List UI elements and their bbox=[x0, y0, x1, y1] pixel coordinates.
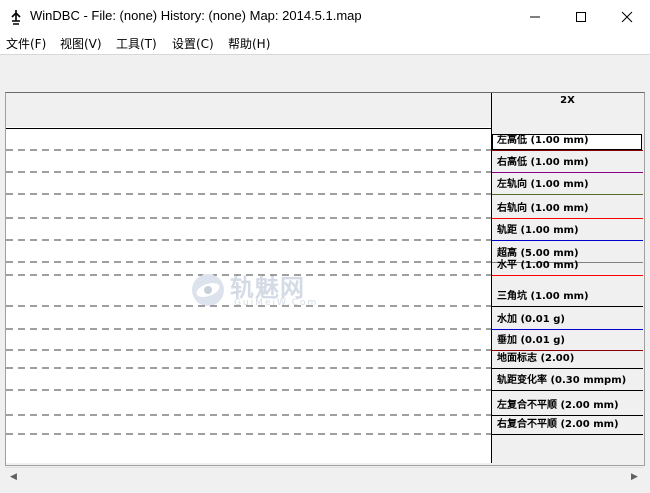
channel-color-line bbox=[492, 368, 643, 369]
menu-help[interactable]: 帮助(H) bbox=[228, 35, 270, 52]
channel-label[interactable]: 轨距 (1.00 mm) bbox=[497, 224, 579, 238]
maximize-button[interactable] bbox=[558, 0, 604, 34]
channel-color-line bbox=[492, 275, 643, 276]
channel-color-line bbox=[492, 218, 643, 219]
channel-label[interactable]: 地面标志 (2.00) bbox=[497, 352, 574, 366]
channel-label[interactable]: 轨距变化率 (0.30 mmpm) bbox=[497, 374, 626, 388]
channel-label[interactable]: 左高低 (1.00 mm) bbox=[497, 134, 589, 148]
channel-color-line bbox=[492, 434, 643, 435]
close-button[interactable] bbox=[604, 0, 650, 34]
channel-label[interactable]: 右复合不平顺 (2.00 mm) bbox=[497, 418, 619, 432]
menu-file[interactable]: 文件(F) bbox=[6, 35, 46, 52]
watermark: 轨魅网 GuiMeiW.Com bbox=[190, 268, 320, 314]
close-icon bbox=[621, 11, 633, 23]
channel-color-line bbox=[492, 415, 643, 416]
channel-color-line bbox=[492, 350, 643, 351]
app-icon bbox=[11, 10, 21, 25]
watermark-logo bbox=[192, 274, 224, 306]
channel-color-line bbox=[492, 194, 643, 195]
toolbar-area bbox=[0, 55, 650, 91]
channel-color-line bbox=[492, 390, 643, 391]
menu-bar: 文件(F) 视图(V) 工具(T) 设置(C) 帮助(H) bbox=[0, 34, 650, 55]
channel-label[interactable]: 水加 (0.01 g) bbox=[497, 313, 565, 327]
channel-label[interactable]: 水平 (1.00 mm) bbox=[497, 259, 579, 273]
chevron-right-icon: ▶ bbox=[631, 471, 638, 482]
channel-label[interactable]: 右轨向 (1.00 mm) bbox=[497, 202, 589, 216]
window-title: WinDBC - File: (none) History: (none) Ma… bbox=[30, 8, 362, 23]
channel-color-line bbox=[492, 150, 643, 151]
channel-label[interactable]: 左复合不平顺 (2.00 mm) bbox=[497, 399, 619, 413]
scroll-left-button[interactable]: ◀ bbox=[5, 468, 22, 485]
channel-color-line bbox=[492, 240, 643, 241]
channel-color-line bbox=[492, 172, 643, 173]
scale-label: 2X bbox=[560, 95, 575, 106]
minimize-button[interactable] bbox=[512, 0, 558, 34]
channel-label[interactable]: 垂加 (0.01 g) bbox=[497, 334, 565, 348]
chevron-left-icon: ◀ bbox=[10, 471, 17, 482]
scroll-right-button[interactable]: ▶ bbox=[626, 468, 643, 485]
channel-label[interactable]: 左轨向 (1.00 mm) bbox=[497, 178, 589, 192]
menu-view[interactable]: 视图(V) bbox=[60, 35, 102, 52]
minimize-icon bbox=[530, 16, 540, 18]
channel-label[interactable]: 右高低 (1.00 mm) bbox=[497, 156, 589, 170]
menu-tools[interactable]: 工具(T) bbox=[116, 35, 157, 52]
watermark-subtext: GuiMeiW.Com bbox=[234, 298, 319, 308]
channel-label[interactable]: 三角坑 (1.00 mm) bbox=[497, 290, 589, 304]
maximize-icon bbox=[576, 12, 586, 22]
horizontal-scrollbar[interactable]: ◀ ▶ bbox=[5, 467, 643, 485]
title-bar: WinDBC - File: (none) History: (none) Ma… bbox=[0, 0, 650, 34]
menu-settings[interactable]: 设置(C) bbox=[172, 35, 214, 52]
channel-color-line bbox=[492, 329, 643, 330]
channel-color-line bbox=[492, 306, 643, 307]
